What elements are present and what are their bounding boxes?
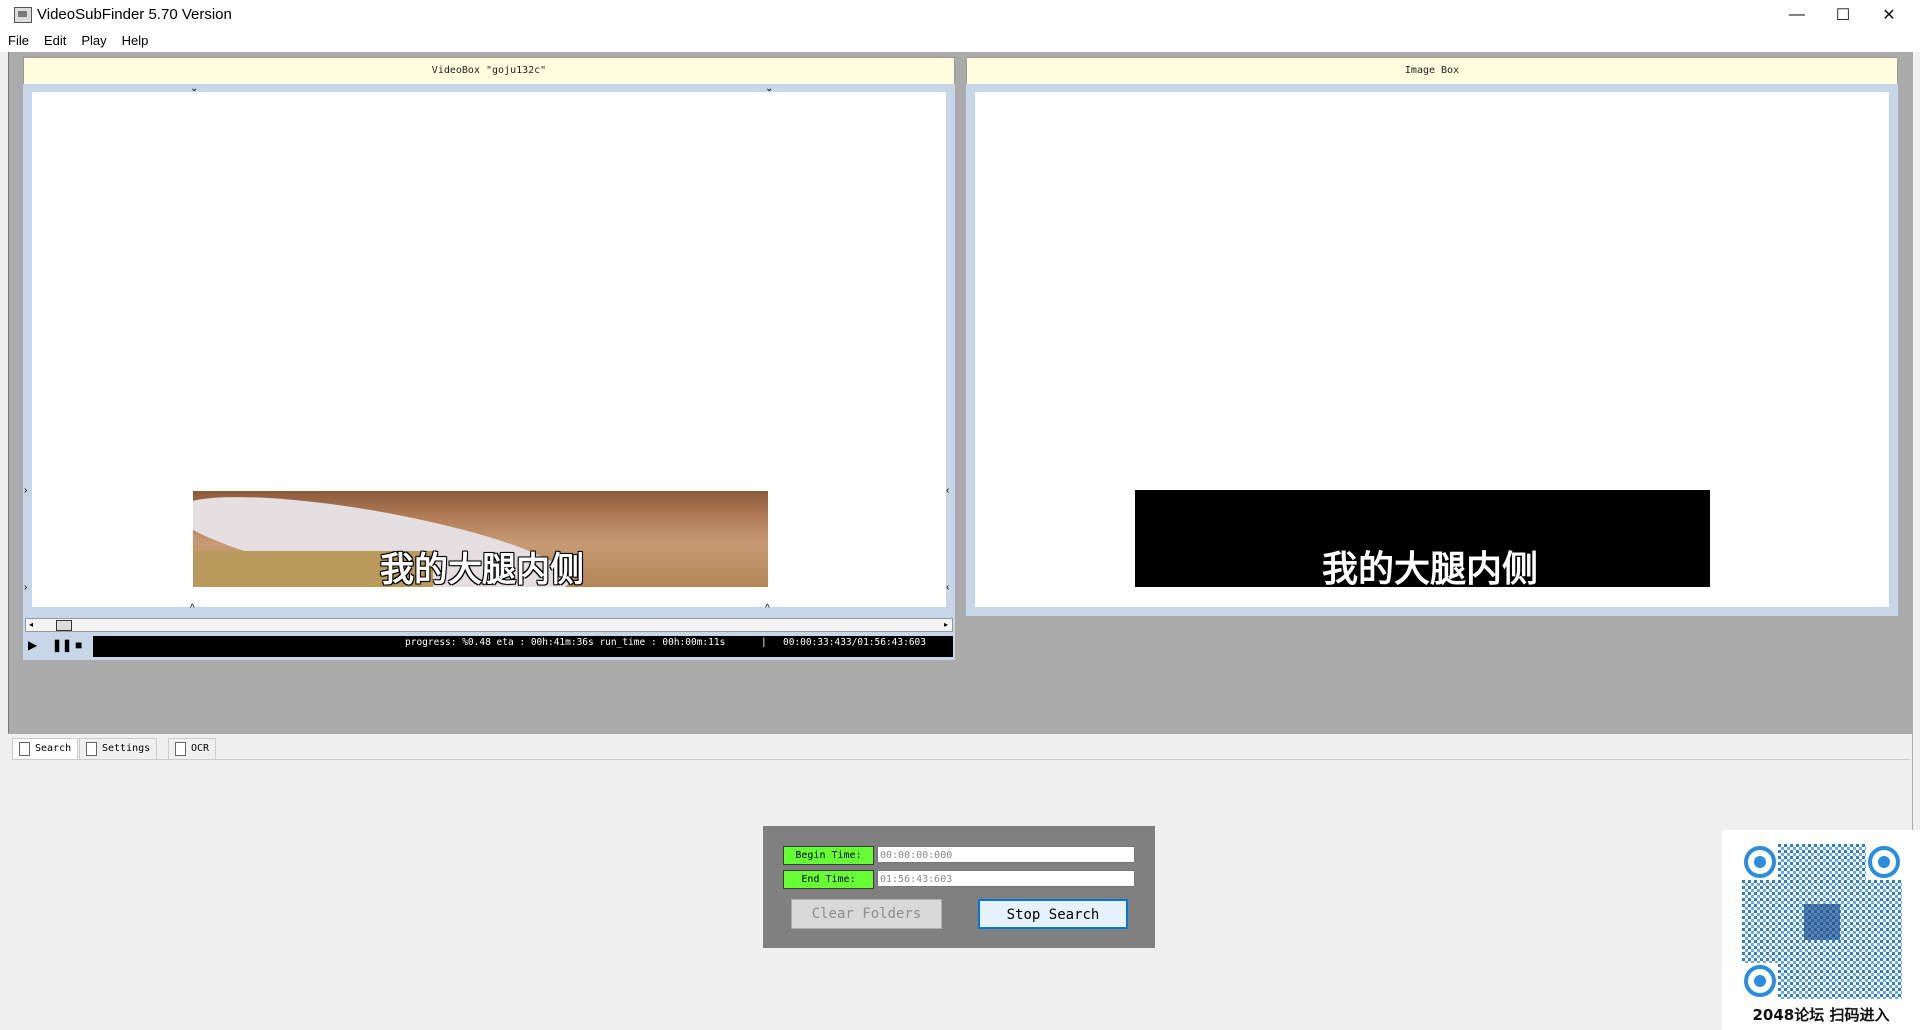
clear-folders-button[interactable]: Clear Folders	[791, 899, 942, 929]
end-time-input[interactable]: 01:56:43:603	[877, 870, 1135, 887]
begin-time-input[interactable]: 00:00:00:000	[877, 846, 1135, 863]
crop-marker-right-top[interactable]: ‹	[946, 486, 949, 496]
minimize-button[interactable]: —	[1774, 0, 1820, 30]
menu-bar: File Edit Play Help	[0, 30, 1920, 52]
tab-ocr-label: OCR	[191, 743, 210, 754]
status-bar: progress: %0.48 eta : 00h:41m:36s run_ti…	[93, 636, 953, 657]
qr-caption: 2048论坛 扫码进入	[1752, 1006, 1890, 1024]
play-icon[interactable]: ▶	[28, 637, 37, 653]
tab-search-label: Search	[35, 743, 72, 754]
image-box-header: Image Box	[966, 57, 1898, 85]
video-subtitle: 我的大腿内侧	[380, 550, 584, 590]
qr-code-overlay: 2048论坛 扫码进入	[1722, 830, 1920, 1030]
app-icon	[14, 7, 32, 23]
maximize-button[interactable]: ☐	[1820, 0, 1866, 30]
status-separator: |	[761, 637, 767, 648]
crop-marker-left-bottom[interactable]: ›	[24, 583, 27, 593]
status-progress-text: progress: %0.48 eta : 00h:41m:36s run_ti…	[405, 637, 726, 648]
menu-help[interactable]: Help	[114, 30, 156, 48]
tab-search[interactable]: Search	[12, 738, 79, 759]
begin-time-label: Begin Time:	[783, 846, 874, 865]
page-icon	[86, 742, 97, 756]
tab-settings[interactable]: Settings	[79, 738, 158, 759]
menu-edit[interactable]: Edit	[36, 30, 73, 48]
seek-right-arrow[interactable]: ▸	[944, 619, 948, 631]
video-box-header: VideoBox "goju132c"	[23, 57, 955, 85]
menu-play[interactable]: Play	[73, 30, 113, 48]
seek-left-arrow[interactable]: ◂	[29, 619, 33, 631]
status-time-text: 00:00:33:433/01:56:43:603	[783, 637, 926, 648]
image-box-subtitle: 我的大腿内侧	[1322, 549, 1539, 590]
crop-marker-bottom-right[interactable]: ^	[765, 604, 770, 614]
crop-marker-top-right[interactable]: ⌄	[765, 84, 773, 94]
end-time-label: End Time:	[783, 870, 874, 889]
search-panel: Begin Time: 00:00:00:000 End Time: 01:56…	[763, 826, 1155, 948]
seek-bar[interactable]: ◂ ▸	[25, 618, 953, 632]
menu-file[interactable]: File	[0, 30, 36, 48]
window-title: VideoSubFinder 5.70 Version	[37, 6, 232, 23]
tab-ocr[interactable]: OCR	[168, 738, 217, 759]
title-bar: VideoSubFinder 5.70 Version — ☐ ✕	[0, 0, 1920, 31]
stop-search-button[interactable]: Stop Search	[978, 899, 1128, 929]
close-button[interactable]: ✕	[1866, 0, 1912, 30]
seek-thumb[interactable]	[56, 620, 72, 631]
crop-marker-bottom-left[interactable]: ^	[190, 604, 195, 614]
page-icon	[175, 742, 186, 756]
qr-code-icon	[1742, 844, 1902, 999]
crop-marker-left-top[interactable]: ›	[24, 486, 27, 496]
stop-icon[interactable]: ■	[75, 637, 82, 653]
crop-marker-top-left[interactable]: ⌄	[190, 84, 198, 94]
tab-settings-label: Settings	[102, 743, 151, 754]
page-icon	[19, 742, 30, 756]
pause-icon[interactable]: ❚❚	[52, 637, 72, 653]
crop-marker-right-bottom[interactable]: ‹	[946, 583, 949, 593]
